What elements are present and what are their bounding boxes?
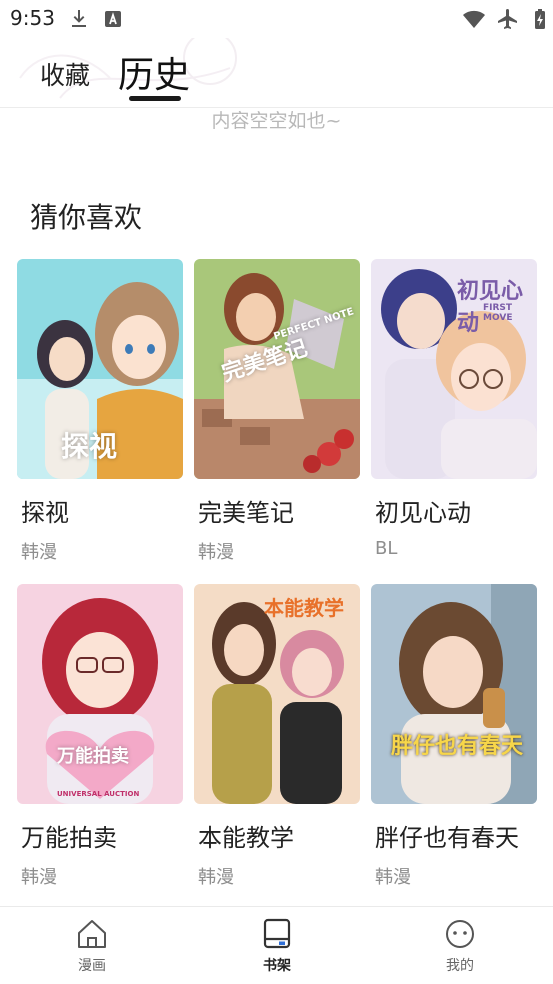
nav-label: 书架	[263, 958, 291, 974]
font-a-icon	[105, 11, 121, 27]
empty-state-text: 内容空空如也~	[211, 110, 342, 132]
comic-card[interactable]: 胖仔也有春天 胖仔也有春天 韩漫	[371, 584, 537, 889]
comic-tag: 韩漫	[198, 542, 234, 563]
nav-label: 我的	[446, 958, 474, 974]
nav-comics[interactable]: 漫画	[47, 917, 137, 975]
airplane-icon	[498, 9, 517, 29]
top-tab-bar: 收藏 历史	[0, 38, 553, 108]
status-time: 9:53	[10, 6, 55, 30]
comic-card[interactable]: 完美笔记 PERFECT NOTE 完美笔记 韩漫	[194, 259, 360, 564]
comic-card[interactable]: 探视 探视 韩漫	[17, 259, 183, 564]
comic-tag: 韩漫	[21, 867, 57, 888]
cover-logo-text: 万能拍卖	[57, 746, 129, 767]
comic-cover: 探视	[17, 259, 183, 479]
cover-logo-text: 胖仔也有春天	[391, 734, 524, 759]
status-bar: 9:53	[0, 0, 553, 38]
active-tab-indicator	[129, 96, 181, 101]
comic-cover: 本能教学	[194, 584, 360, 804]
cover-logo-text: 本能教学	[264, 596, 344, 620]
comic-tag: 韩漫	[198, 867, 234, 888]
app-screen: 9:53 收藏 历史 内容空空如也~ 猜你喜欢 探视 探视 韩漫 完美笔记 PE…	[0, 0, 553, 984]
battery-icon	[535, 9, 545, 29]
comic-card[interactable]: 本能教学 本能教学 韩漫	[194, 584, 360, 889]
comic-cover: 完美笔记 PERFECT NOTE	[194, 259, 360, 479]
wifi-icon	[463, 10, 485, 28]
cover-logo-text: 探视	[61, 430, 118, 463]
tab-history[interactable]: 历史	[118, 46, 190, 98]
nav-label: 漫画	[78, 958, 106, 974]
bookshelf-icon	[263, 918, 291, 949]
tab-favorites[interactable]: 收藏	[40, 56, 90, 92]
comic-title: 胖仔也有春天	[375, 824, 519, 852]
comic-cover: 万能拍卖 UNIVERSAL AUCTION	[17, 584, 183, 804]
comic-title: 本能教学	[198, 824, 294, 852]
comic-card[interactable]: 初见心动 FIRST MOVE 初见心动 BL	[371, 259, 537, 559]
section-title-recommend: 猜你喜欢	[30, 201, 143, 234]
nav-bookshelf[interactable]: 书架	[232, 917, 322, 975]
comic-title: 万能拍卖	[21, 824, 117, 852]
comic-cover: 胖仔也有春天	[371, 584, 537, 804]
comic-tag: BL	[375, 538, 398, 559]
cover-logo-subtext: UNIVERSAL AUCTION	[57, 790, 140, 798]
comic-card[interactable]: 万能拍卖 UNIVERSAL AUCTION 万能拍卖 韩漫	[17, 584, 183, 889]
comic-title: 探视	[21, 499, 69, 527]
bottom-navigation: 漫画 书架 我的	[0, 906, 553, 984]
profile-face-icon	[446, 920, 474, 948]
comic-tag: 韩漫	[375, 867, 411, 888]
download-icon	[72, 10, 86, 27]
comic-title: 完美笔记	[198, 499, 294, 527]
home-icon	[78, 920, 106, 948]
comic-title: 初见心动	[375, 499, 471, 527]
cover-logo-subtext: FIRST MOVE	[483, 303, 513, 323]
comic-tag: 韩漫	[21, 542, 57, 563]
nav-profile[interactable]: 我的	[415, 917, 505, 975]
comic-cover: 初见心动 FIRST MOVE	[371, 259, 537, 479]
